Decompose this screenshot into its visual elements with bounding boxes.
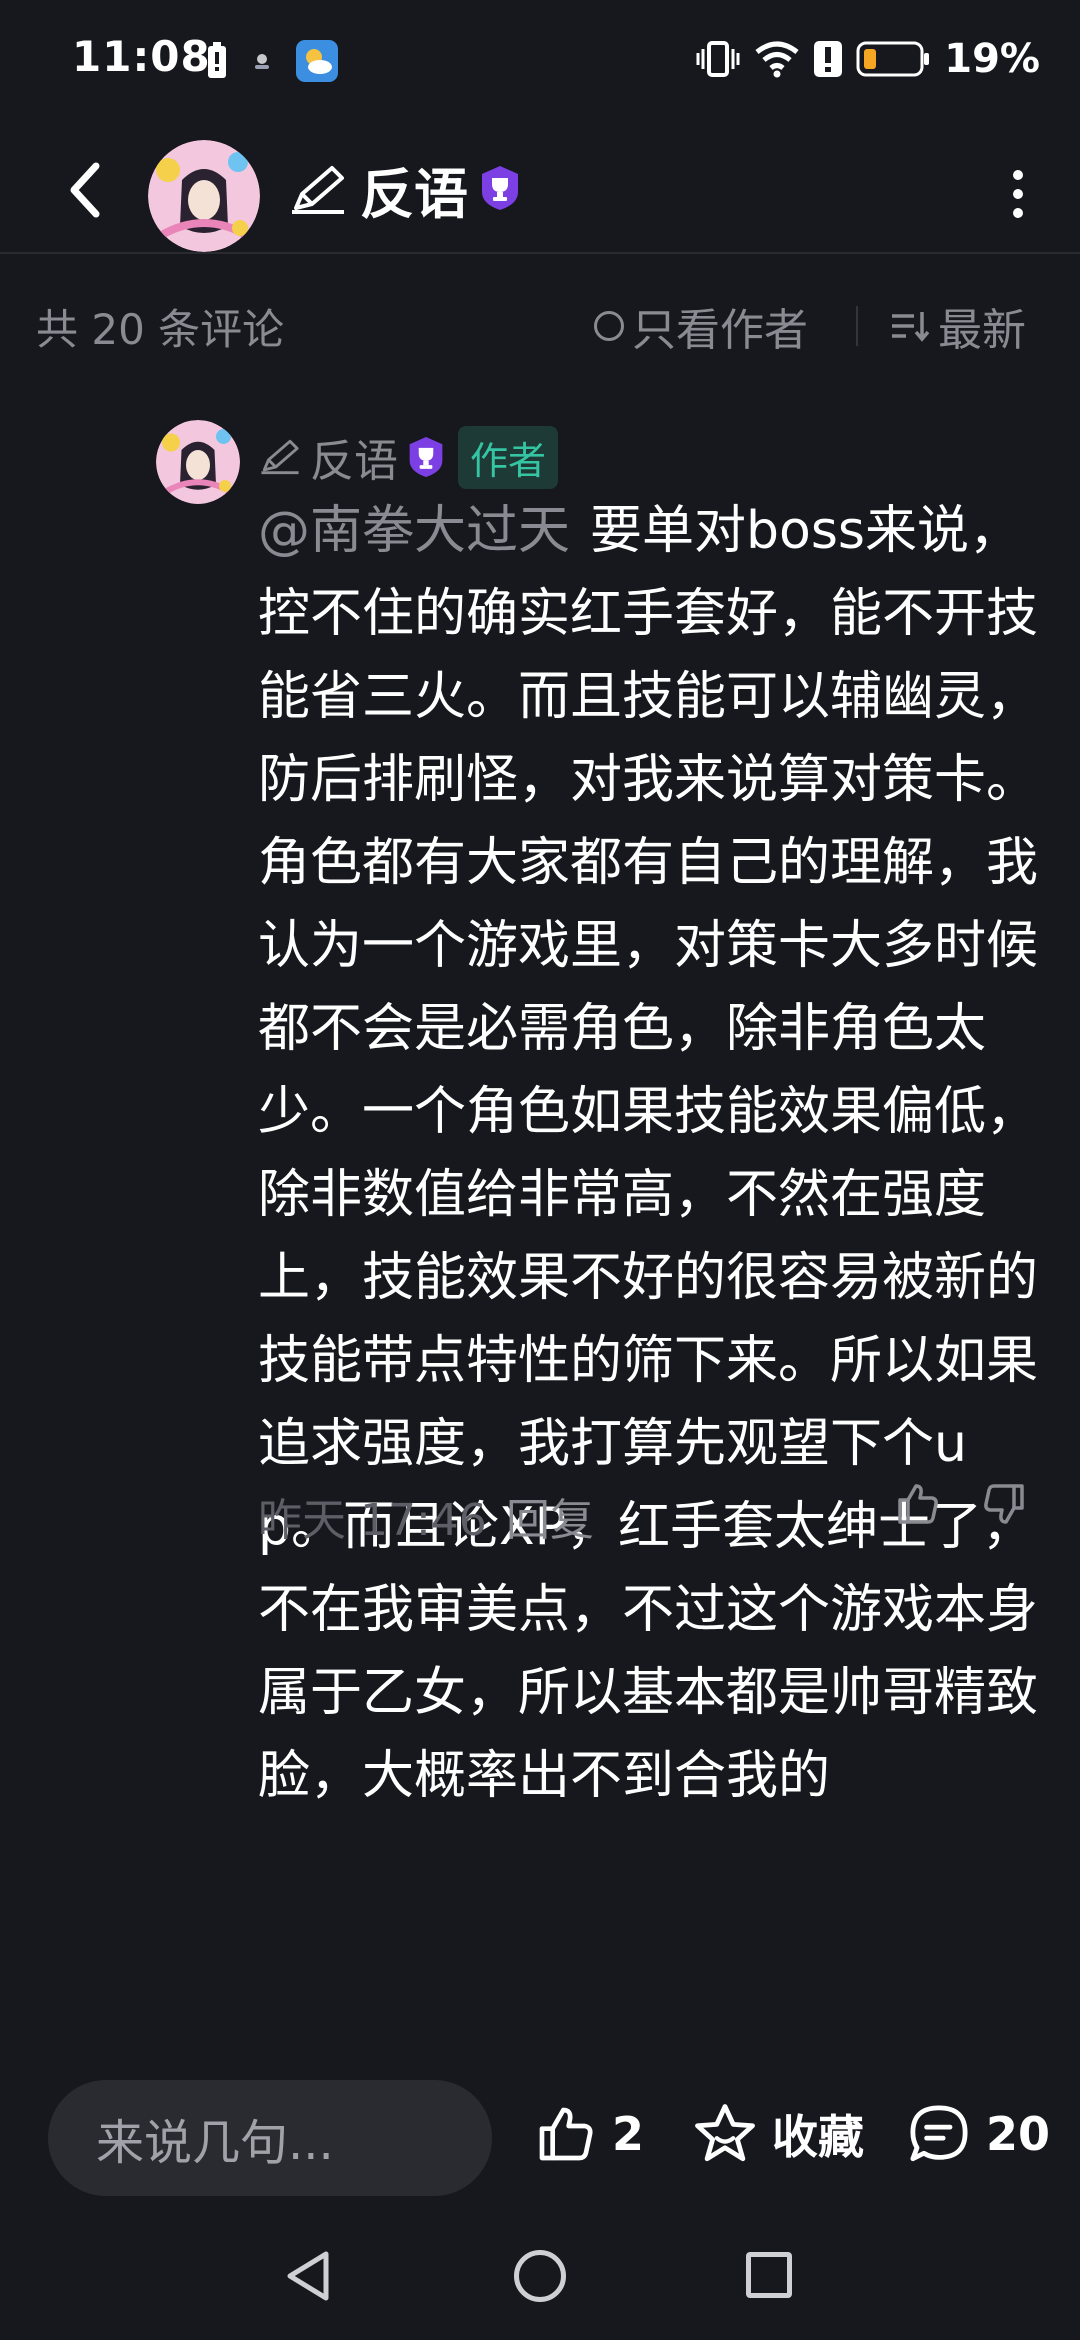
more-button[interactable] [1000, 162, 1036, 226]
battery-icon [856, 41, 930, 77]
trophy-badge-icon [409, 437, 443, 477]
comment-time: 昨天 17:46 [258, 1495, 487, 1546]
more-dot [1013, 189, 1023, 199]
avatar-image [156, 420, 240, 504]
status-left-icons [206, 40, 338, 82]
battery-saver-icon [208, 42, 226, 78]
comment-count: 共 20 条评论 [36, 305, 285, 354]
status-bar: 11:08 19% [0, 0, 1080, 120]
radio-icon [594, 311, 624, 341]
avatar[interactable] [148, 140, 260, 252]
wifi-icon [755, 41, 799, 78]
sort-label: 最新 [938, 305, 1026, 356]
alert-icon [814, 41, 843, 77]
system-nav-bar [0, 2220, 1080, 2340]
comment-avatar[interactable] [156, 420, 240, 504]
sort-icon [892, 312, 930, 342]
status-right-icons: 19% [696, 36, 1040, 82]
mention-link[interactable]: @南拳大过天 [258, 501, 570, 561]
nav-recents-icon[interactable] [746, 2252, 792, 2298]
comment-filter-bar: 共 20 条评论 只看作者 最新 [0, 282, 1080, 362]
comment-dislike-icon[interactable] [980, 1480, 1028, 1528]
notification-icon [255, 54, 269, 69]
comment-like-icon[interactable] [894, 1480, 942, 1528]
pencil-icon [261, 439, 299, 475]
sort-button[interactable]: 最新 [890, 294, 1026, 358]
favorite-label: 收藏 [772, 2110, 864, 2164]
comments-button[interactable]: 20 [906, 2094, 1050, 2174]
only-author-toggle[interactable]: 只看作者 [594, 294, 808, 358]
comment-detail-screen: 11:08 19% 反语 共 20 条评论 只看作者 最新 反语 作者 @南拳大… [0, 0, 1080, 2340]
thumbs-up-icon [539, 2107, 593, 2161]
comment-footer: 昨天 17:46 回复 [258, 1476, 1038, 1546]
more-dot [1013, 170, 1023, 180]
comments-count: 20 [986, 2107, 1051, 2161]
page-title: 反语 [360, 163, 468, 226]
star-icon [695, 2104, 755, 2162]
pencil-icon [292, 166, 344, 214]
comment-meta: 反语 作者 [258, 424, 559, 490]
weather-icon [296, 40, 338, 82]
trophy-badge-icon [482, 166, 518, 210]
filter-divider [856, 306, 858, 346]
comment-body: @南拳大过天 要单对boss来说，控不住的确实红手套好，能不开技能省三火。而且技能… [258, 490, 1038, 1818]
reply-button[interactable]: 回复 [506, 1484, 594, 1548]
back-button[interactable] [52, 154, 116, 226]
favorite-button[interactable]: 收藏 [692, 2094, 864, 2174]
nav-back-icon[interactable] [282, 2248, 334, 2304]
back-icon [70, 162, 100, 218]
comment-author-name[interactable]: 反语 [310, 425, 398, 489]
bottom-action-bar: 来说几句... 2 收藏 20 [0, 2070, 1080, 2210]
battery-percent: 19% [944, 36, 1040, 82]
like-button[interactable]: 2 [534, 2094, 644, 2174]
top-app-bar: 反语 [0, 128, 1080, 254]
author-tag: 作者 [458, 425, 559, 489]
avatar-image [148, 140, 260, 252]
status-time: 11:08 [72, 32, 211, 81]
more-dot [1013, 208, 1023, 218]
only-author-label: 只看作者 [632, 305, 808, 356]
like-count: 2 [612, 2107, 645, 2161]
comment-text: 要单对boss来说，控不住的确实红手套好，能不开技能省三火。而且技能可以辅幽灵，… [258, 501, 1039, 1806]
comment-input[interactable]: 来说几句... [48, 2080, 492, 2196]
vibrate-icon [696, 41, 740, 77]
chat-bubble-icon [910, 2105, 968, 2162]
nav-home-icon[interactable] [514, 2250, 566, 2302]
